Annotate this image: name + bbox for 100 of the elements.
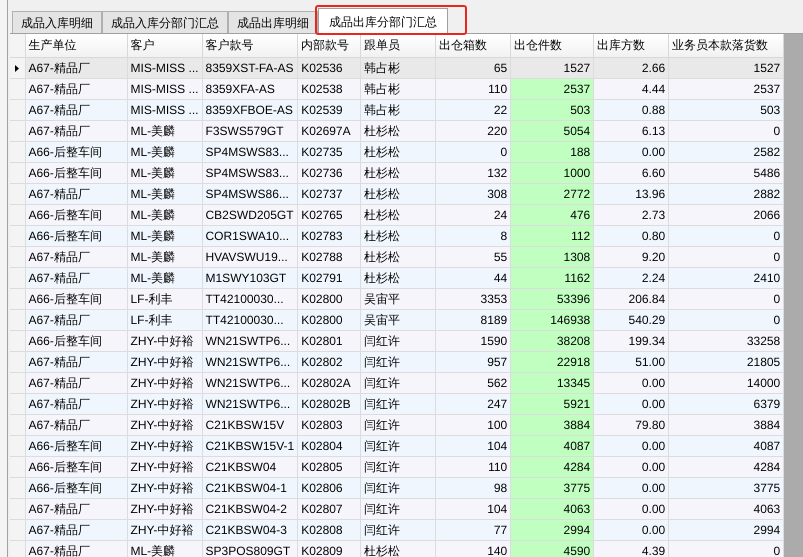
- tab[interactable]: 成品入库明细: [12, 11, 102, 33]
- table-cell: ZHY-中好裕: [127, 351, 202, 372]
- table-cell: 98: [436, 477, 511, 498]
- table-cell: 2537: [510, 78, 594, 99]
- table-cell: 0: [668, 309, 784, 330]
- table-cell: ML-美麟: [127, 162, 202, 183]
- column-header[interactable]: 客户款号: [202, 34, 298, 57]
- table-cell: 4.39: [594, 540, 669, 557]
- table-cell: 0.00: [594, 393, 669, 414]
- column-header[interactable]: 业务员本款落货数: [668, 34, 784, 57]
- table-cell: A67-精品厂: [25, 309, 127, 330]
- table-cell: K02783: [298, 225, 361, 246]
- table-cell: 247: [436, 393, 511, 414]
- table-cell: ML-美麟: [127, 267, 202, 288]
- column-header[interactable]: 生产单位: [25, 34, 127, 57]
- tab[interactable]: 成品出库明细: [228, 11, 318, 33]
- table-cell: 199.34: [594, 330, 669, 351]
- table-cell: 21805: [668, 351, 784, 372]
- table-cell: 22918: [510, 351, 594, 372]
- table-cell: 79.80: [594, 414, 669, 435]
- table-cell: ZHY-中好裕: [127, 414, 202, 435]
- table-cell: K02800: [298, 309, 361, 330]
- table-cell: 540.29: [594, 309, 669, 330]
- column-header[interactable]: 跟单员: [360, 34, 436, 57]
- table-cell: SP4MSWS83...: [202, 141, 298, 162]
- column-header[interactable]: 出库方数: [594, 34, 669, 57]
- column-header[interactable]: 出仓箱数: [436, 34, 511, 57]
- table-cell: 闫红许: [360, 456, 436, 477]
- table-cell: A66-后整车间: [25, 477, 127, 498]
- table-cell: 308: [436, 183, 511, 204]
- tab[interactable]: 成品出库分部门汇总: [318, 8, 448, 34]
- row-header[interactable]: [10, 57, 25, 78]
- table-cell: 503: [510, 99, 594, 120]
- table-cell: 3884: [510, 414, 594, 435]
- column-header[interactable]: 客户: [127, 34, 202, 57]
- table-cell: K02765: [298, 204, 361, 225]
- table-cell: ML-美麟: [127, 540, 202, 557]
- table-cell: A67-精品厂: [25, 183, 127, 204]
- table-cell: 220: [436, 120, 511, 141]
- table-cell: 0.00: [594, 477, 669, 498]
- table-cell: TT42100030...: [202, 288, 298, 309]
- table-cell: 1590: [436, 330, 511, 351]
- table-cell: K02807: [298, 498, 361, 519]
- table-cell: ZHY-中好裕: [127, 330, 202, 351]
- table-cell: SP4MSWS83...: [202, 162, 298, 183]
- table-cell: 0: [668, 225, 784, 246]
- table-cell: 112: [510, 225, 594, 246]
- table-cell: MIS-MISS ...: [127, 57, 202, 78]
- table-cell: A66-后整车间: [25, 141, 127, 162]
- table-cell: 9.20: [594, 246, 669, 267]
- table-cell: 3775: [668, 477, 784, 498]
- table-cell: 4063: [668, 498, 784, 519]
- table-cell: 0.00: [594, 456, 669, 477]
- table-cell: 闫红许: [360, 435, 436, 456]
- table-cell: 杜杉松: [360, 141, 436, 162]
- table-cell: 杜杉松: [360, 540, 436, 557]
- table-cell: MIS-MISS ...: [127, 99, 202, 120]
- tab[interactable]: 成品入库分部门汇总: [102, 11, 228, 33]
- table-cell: 100: [436, 414, 511, 435]
- table-cell: K02697A: [298, 120, 361, 141]
- table-cell: 2994: [668, 519, 784, 540]
- table-cell: K02802: [298, 351, 361, 372]
- table-cell: TT42100030...: [202, 309, 298, 330]
- table-cell: A67-精品厂: [25, 372, 127, 393]
- table-cell: 闫红许: [360, 372, 436, 393]
- table-cell: K02538: [298, 78, 361, 99]
- table-cell: A67-精品厂: [25, 519, 127, 540]
- column-header[interactable]: 内部款号: [298, 34, 361, 57]
- column-header[interactable]: 出仓件数: [510, 34, 594, 57]
- table-cell: 杜杉松: [360, 120, 436, 141]
- table-cell: A66-后整车间: [25, 435, 127, 456]
- table-cell: 38208: [510, 330, 594, 351]
- table-cell: 6.60: [594, 162, 669, 183]
- table-cell: A67-精品厂: [25, 99, 127, 120]
- table-cell: 8359XFBOE-AS: [202, 99, 298, 120]
- table-cell: K02805: [298, 456, 361, 477]
- table-cell: A66-后整车间: [25, 456, 127, 477]
- table-cell: 5054: [510, 120, 594, 141]
- table-cell: 1162: [510, 267, 594, 288]
- table-cell: 55: [436, 246, 511, 267]
- table-cell: A67-精品厂: [25, 267, 127, 288]
- table-cell: ML-美麟: [127, 141, 202, 162]
- table-cell: 0.00: [594, 141, 669, 162]
- table-cell: C21KBSW04-2: [202, 498, 298, 519]
- table-cell: 0: [668, 246, 784, 267]
- table-cell: A67-精品厂: [25, 540, 127, 557]
- table-cell: LF-利丰: [127, 309, 202, 330]
- table-cell: C21KBSW04-3: [202, 519, 298, 540]
- table-cell: 吴宙平: [360, 309, 436, 330]
- table-cell: 104: [436, 498, 511, 519]
- table-cell: 0: [668, 288, 784, 309]
- table-cell: A67-精品厂: [25, 57, 127, 78]
- table-cell: WN21SWTP6...: [202, 372, 298, 393]
- table-cell: 65: [436, 57, 511, 78]
- table-cell: 8189: [436, 309, 511, 330]
- table-cell: 闫红许: [360, 414, 436, 435]
- table-cell: K02737: [298, 183, 361, 204]
- table-cell: M1SWY103GT: [202, 267, 298, 288]
- table-cell: A66-后整车间: [25, 330, 127, 351]
- table-cell: K02803: [298, 414, 361, 435]
